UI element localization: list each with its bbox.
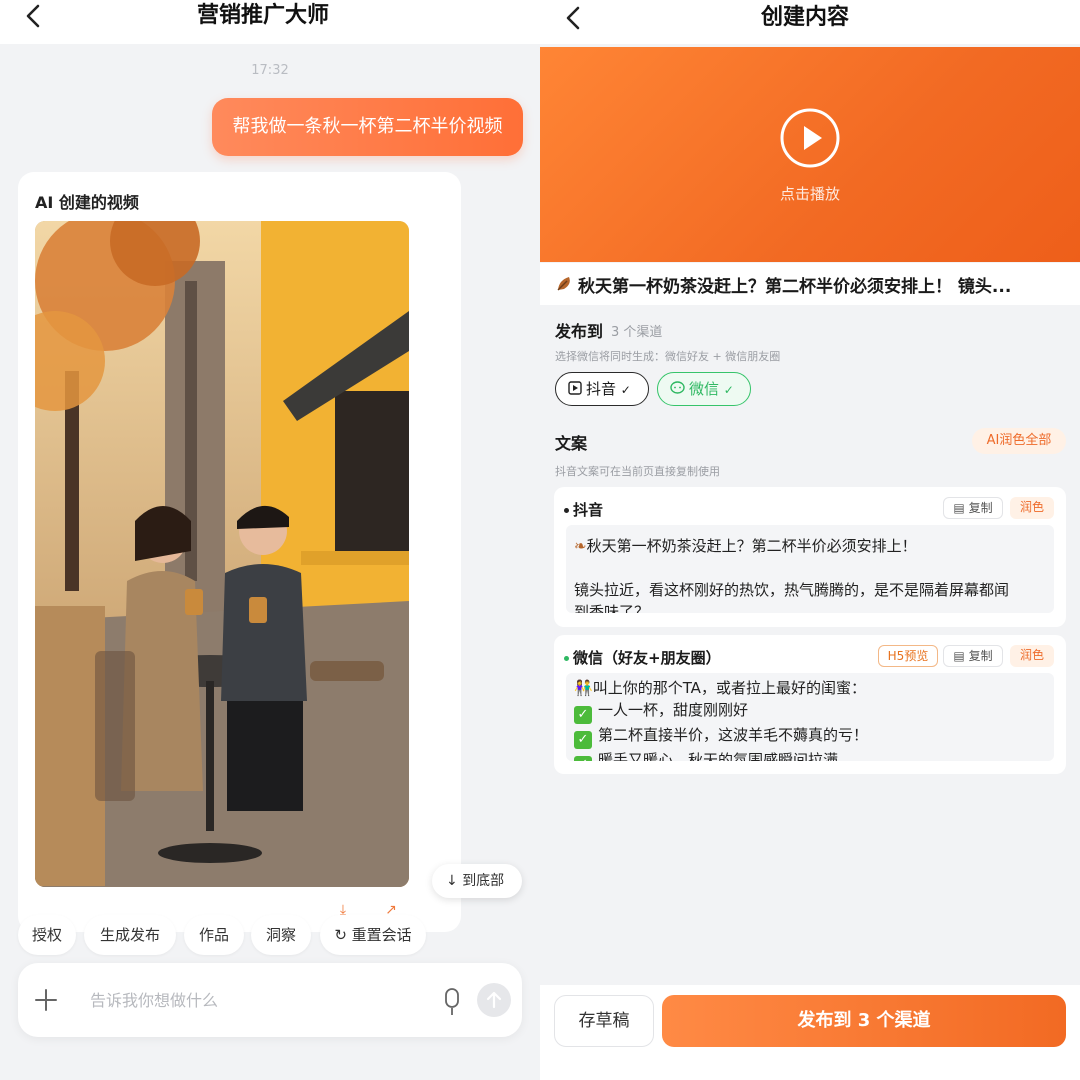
create-content-screen: 创建内容 点击播放 秋天第一杯奶茶没赶上？第二杯半价必须安排上！ 镜头... 发… xyxy=(540,0,1080,1080)
ai-response-card: AI 创建的视频 ⤓ ↗ xyxy=(18,172,461,932)
refresh-icon: ↻ xyxy=(334,926,347,944)
ai-polish-all-button[interactable]: AI润色全部 xyxy=(972,428,1066,454)
plus-icon[interactable] xyxy=(33,987,59,1013)
maple-leaf-icon: ❧ xyxy=(574,537,587,555)
chat-input[interactable] xyxy=(90,985,440,1015)
douyin-icon xyxy=(568,374,582,406)
publish-hint: 选择微信将同时生成：微信好友 + 微信朋友圈 xyxy=(555,350,781,363)
polish-button[interactable]: 润色 xyxy=(1010,645,1054,667)
wechat-copy-card: 微信（好友+朋友圈） H5预览 ▤ 复制 润色 👫叫上你的那个TA，或者拉上最好… xyxy=(554,635,1066,774)
douyin-line xyxy=(574,557,1046,579)
publish-to-label: 发布到 xyxy=(555,322,604,341)
back-icon[interactable] xyxy=(562,6,586,30)
arrow-down-icon: ↓ xyxy=(446,873,458,889)
chip-works[interactable]: 作品 xyxy=(184,915,244,955)
channel-douyin-label: 抖音 xyxy=(586,380,617,398)
page-title: 营销推广大师 xyxy=(197,3,330,28)
bottom-action-bar: 存草稿 发布到 3 个渠道 xyxy=(540,985,1080,1080)
douyin-copy-card: 抖音 ▤ 复制 润色 ❧秋天第一杯奶茶没赶上？第二杯半价必须安排上！ 镜头拉近，… xyxy=(554,487,1066,627)
douyin-line: ❧秋天第一杯奶茶没赶上？第二杯半价必须安排上！ xyxy=(574,537,917,555)
maple-leaf-icon xyxy=(555,274,575,294)
play-icon[interactable] xyxy=(779,107,841,169)
wechat-card-title: 微信（好友+朋友圈） xyxy=(564,647,721,668)
video-scene-illustration xyxy=(35,221,409,887)
bullet-dot xyxy=(564,508,569,513)
douyin-line: 到香味了？ xyxy=(574,603,650,613)
checkmark-icon: ✓ xyxy=(723,383,734,397)
channel-pill-wechat[interactable]: 微信 ✓ xyxy=(657,372,751,406)
wechat-copy-text: 👫叫上你的那个TA，或者拉上最好的闺蜜： ✓ 一人一杯，甜度刚刚好 ✓ 第二杯直接半… xyxy=(566,673,1054,761)
to-bottom-label: 到底部 xyxy=(462,873,505,889)
douyin-card-title: 抖音 xyxy=(564,499,603,520)
create-header: 创建内容 xyxy=(540,0,1080,44)
copywriting-hint: 抖音文案可在当前页直接复制使用 xyxy=(555,465,720,478)
chat-header: 营销推广大师 xyxy=(0,0,540,44)
back-icon[interactable] xyxy=(22,4,46,28)
reset-session-label: 重置会话 xyxy=(351,926,412,944)
copywriting-label: 文案 xyxy=(555,434,588,453)
user-message-bubble: 帮我做一条秋一杯第二杯半价视频 xyxy=(212,98,523,156)
save-draft-button[interactable]: 存草稿 xyxy=(554,995,654,1047)
wechat-bullet: ✓ 一人一杯，甜度刚刚好 xyxy=(574,699,1046,724)
play-label: 点击播放 xyxy=(779,185,840,203)
send-button[interactable] xyxy=(477,983,511,1017)
wechat-icon xyxy=(670,374,685,406)
chat-input-bar xyxy=(18,963,522,1037)
ai-card-title: AI 创建的视频 xyxy=(35,193,139,212)
polish-button[interactable]: 润色 xyxy=(1010,497,1054,519)
chip-reset-session[interactable]: ↻ 重置会话 xyxy=(320,915,426,955)
checkmark-icon: ✓ xyxy=(620,383,631,397)
chat-screen: 营销推广大师 17:32 帮我做一条秋一杯第二杯半价视频 AI 创建的视频 ⤓ … xyxy=(0,0,540,1080)
douyin-copy-text: ❧秋天第一杯奶茶没赶上？第二杯半价必须安排上！ 镜头拉近，看这杯刚好的热饮，热气… xyxy=(566,525,1054,613)
chip-insights[interactable]: 洞察 xyxy=(251,915,311,955)
bullet-dot xyxy=(564,656,569,661)
check-icon: ✓ xyxy=(574,756,592,761)
video-preview[interactable]: 点击播放 xyxy=(540,47,1080,262)
couple-icon: 👫 xyxy=(574,679,593,697)
arrow-up-icon xyxy=(486,991,502,1009)
video-caption-bar: 秋天第一杯奶茶没赶上？第二杯半价必须安排上！ 镜头... xyxy=(540,263,1080,305)
video-caption: 秋天第一杯奶茶没赶上？第二杯半价必须安排上！ 镜头... xyxy=(578,277,1012,297)
scroll-to-bottom-button[interactable]: ↓ 到底部 xyxy=(432,864,522,898)
chip-generate-publish[interactable]: 生成发布 xyxy=(84,915,176,955)
microphone-icon[interactable] xyxy=(443,987,461,1017)
channel-pill-douyin[interactable]: 抖音 ✓ xyxy=(555,372,649,406)
wechat-intro-line: 👫叫上你的那个TA，或者拉上最好的闺蜜： xyxy=(574,679,866,697)
channel-wechat-label: 微信 xyxy=(689,380,720,398)
channel-count: 3 个渠道 xyxy=(611,325,663,340)
app-root: 营销推广大师 17:32 帮我做一条秋一杯第二杯半价视频 AI 创建的视频 ⤓ … xyxy=(0,0,1080,1080)
message-timestamp: 17:32 xyxy=(251,63,289,78)
copy-icon: ▤ xyxy=(953,649,965,663)
generated-video-thumbnail[interactable] xyxy=(35,221,409,887)
chip-authorize[interactable]: 授权 xyxy=(18,915,76,955)
page-title: 创建内容 xyxy=(761,5,850,30)
check-icon: ✓ xyxy=(574,731,592,749)
copy-icon: ▤ xyxy=(953,501,965,515)
douyin-line: 镜头拉近，看这杯刚好的热饮，热气腾腾的，是不是隔着屏幕都闻 xyxy=(574,581,1010,599)
copy-button[interactable]: ▤ 复制 xyxy=(943,497,1003,519)
h5-preview-button[interactable]: H5预览 xyxy=(878,645,938,667)
copy-button[interactable]: ▤ 复制 xyxy=(943,645,1003,667)
wechat-bullet: ✓ 第二杯直接半价，这波羊毛不薅真的亏！ xyxy=(574,724,1046,749)
check-icon: ✓ xyxy=(574,706,592,724)
wechat-bullet: ✓暖手又暖心，秋天的氛围感瞬间拉满 xyxy=(574,749,1046,761)
publish-button[interactable]: 发布到 3 个渠道 xyxy=(662,995,1066,1047)
